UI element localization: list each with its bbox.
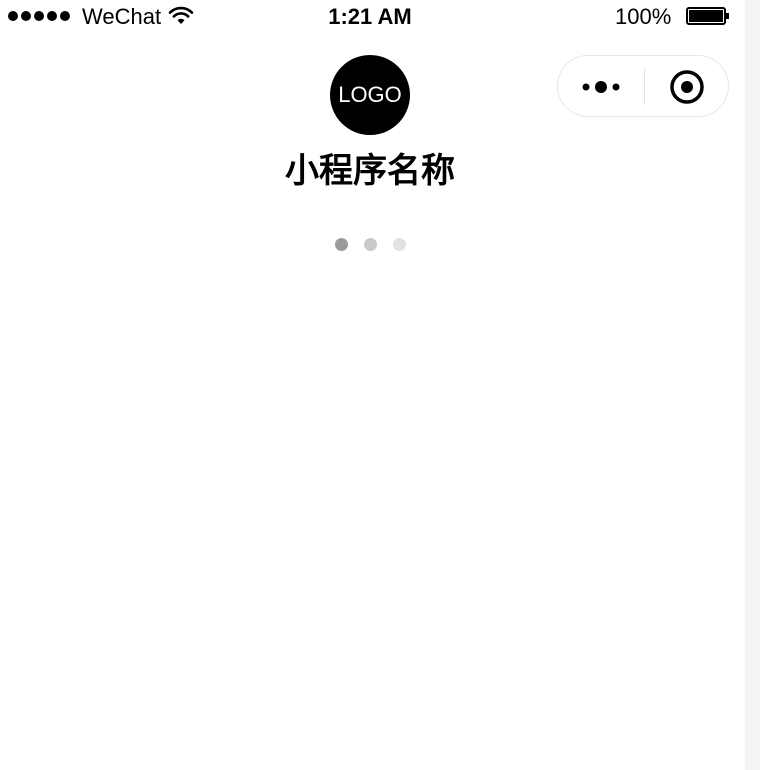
scroll-gutter	[745, 0, 760, 770]
splash-screen: WeChat 1:21 AM 100% LOGO 小程序名称	[0, 0, 760, 770]
loading-dot	[364, 238, 377, 251]
more-button[interactable]	[558, 56, 644, 118]
logo-text: LOGO	[338, 82, 402, 107]
capsule-menu	[557, 55, 729, 117]
loading-dot	[393, 238, 406, 251]
target-close-icon	[670, 70, 704, 104]
loading-dot	[335, 238, 348, 251]
app-logo: LOGO	[330, 55, 410, 135]
loading-indicator	[335, 238, 406, 251]
app-name-title: 小程序名称	[285, 152, 455, 190]
status-bar: WeChat 1:21 AM 100%	[0, 0, 745, 34]
close-button[interactable]	[645, 56, 729, 118]
more-dots-icon	[582, 81, 620, 93]
battery-icon	[686, 7, 729, 25]
battery-percent: 100%	[615, 4, 672, 29]
